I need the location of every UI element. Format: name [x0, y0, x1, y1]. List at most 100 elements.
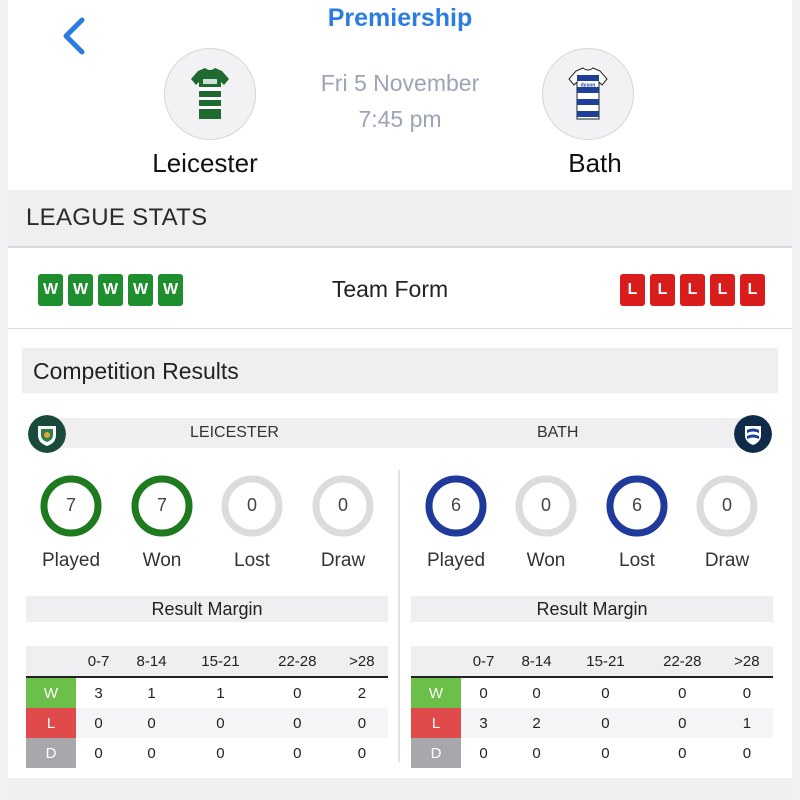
league-stats-header: LEAGUE STATS: [8, 190, 792, 248]
home-played-stat: 7 Played: [26, 474, 116, 572]
stat-value: 0: [540, 495, 551, 515]
away-form: L L L L L: [620, 274, 765, 306]
column-header: 15-21: [182, 646, 259, 678]
stat-label: Played: [426, 550, 486, 571]
away-result-margin-title: Result Margin: [411, 596, 773, 622]
match-time: 7:45 pm: [358, 106, 442, 132]
table-cell: 0: [335, 708, 388, 738]
stat-value: 0: [337, 495, 348, 515]
away-played-stat: 6 Played: [411, 474, 501, 572]
row-label-lost: L: [411, 708, 461, 738]
stat-label: Draw: [320, 550, 366, 571]
leicester-jersey-icon[interactable]: [164, 48, 256, 140]
bottom-strip: [8, 778, 792, 800]
team-divider: [398, 470, 400, 762]
table-cell: 0: [742, 684, 752, 702]
row-label-draw: D: [26, 738, 76, 768]
row-label-lost: L: [26, 708, 76, 738]
table-cell: 0: [678, 684, 687, 702]
bath-jersey-icon[interactable]: dyson: [542, 48, 634, 140]
table-cell: 0: [532, 684, 541, 702]
table-cell: 0: [643, 708, 721, 738]
table-cell: 0: [678, 744, 687, 762]
table-cell: 0: [293, 744, 302, 762]
table-cell: 0: [121, 708, 183, 738]
stat-label: Lost: [234, 550, 270, 571]
stat-label: Won: [526, 550, 566, 571]
team-form-row: W W W W W Team Form L L L L L: [8, 250, 792, 329]
column-header: >28: [335, 646, 388, 678]
table-cell: 3: [461, 708, 507, 738]
table-row: L 0 0 0 0 0: [26, 708, 388, 738]
table-cell: 0: [567, 708, 644, 738]
table-cell: 3: [94, 684, 103, 702]
stat-value: 6: [450, 495, 461, 515]
league-stats-title: LEAGUE STATS: [26, 204, 208, 231]
competition-title: Premiership: [327, 4, 473, 32]
table-cell: 0: [601, 684, 610, 702]
table-cell: 0: [258, 708, 336, 738]
competition-results-title: Competition Results: [33, 358, 239, 384]
form-badge: L: [620, 274, 645, 306]
competition-results-header: Competition Results: [22, 348, 778, 393]
table-row: L 3 2 0 0 1: [411, 708, 773, 738]
home-team-name[interactable]: Leicester: [95, 148, 315, 179]
row-label-draw: D: [411, 738, 461, 768]
table-cell: 0: [479, 684, 488, 702]
row-label-won: W: [411, 677, 461, 708]
table-cell: 2: [506, 708, 568, 738]
form-badge: L: [680, 274, 705, 306]
form-badge: W: [38, 274, 63, 306]
stat-value: 7: [65, 495, 76, 515]
column-header: 8-14: [121, 646, 183, 678]
form-badge: W: [158, 274, 183, 306]
team-name-bar: LEICESTER BATH: [40, 418, 760, 448]
table-row: D 0 0 0 0 0: [26, 738, 388, 768]
bath-crest-icon: [734, 415, 772, 453]
column-header: 15-21: [567, 646, 644, 678]
table-row: W 3 1 1 0 2: [26, 677, 388, 708]
table-cell: 0: [76, 708, 122, 738]
home-won-stat: 7 Won: [117, 474, 207, 572]
table-cell: 0: [94, 744, 103, 762]
stat-label: Draw: [704, 550, 750, 571]
table-cell: 1: [147, 684, 156, 702]
table-row: D 0 0 0 0 0: [411, 738, 773, 768]
column-header: 8-14: [506, 646, 568, 678]
away-result-margin-table: 0-7 8-14 15-21 22-28 >28 W 0 0 0 0 0 L 3…: [411, 646, 773, 768]
home-result-margin-table: 0-7 8-14 15-21 22-28 >28 W 3 1 1 0 2 L 0…: [26, 646, 388, 768]
table-header-row: 0-7 8-14 15-21 22-28 >28: [411, 646, 773, 678]
table-cell: 0: [293, 684, 302, 702]
column-header: 0-7: [76, 646, 122, 678]
away-team-name[interactable]: Bath: [485, 148, 705, 179]
table-cell: 2: [357, 684, 367, 702]
stat-value: 6: [631, 495, 642, 515]
table-cell: 0: [357, 744, 367, 762]
match-date: Fri 5 November: [320, 70, 480, 96]
table-cell: 0: [479, 744, 488, 762]
stat-value: 0: [721, 495, 732, 515]
away-lost-stat: 6 Lost: [592, 474, 682, 572]
table-cell: 0: [742, 744, 752, 762]
table-cell: 0: [182, 708, 259, 738]
table-cell: 1: [216, 684, 225, 702]
away-team-label: BATH: [537, 424, 579, 441]
home-lost-stat: 0 Lost: [207, 474, 297, 572]
form-badge: W: [128, 274, 153, 306]
form-badge: L: [740, 274, 765, 306]
stat-label: Played: [41, 550, 101, 571]
form-badge: W: [98, 274, 123, 306]
form-badge: L: [710, 274, 735, 306]
form-badge: W: [68, 274, 93, 306]
table-cell: 0: [216, 744, 225, 762]
home-draw-stat: 0 Draw: [298, 474, 388, 572]
away-draw-stat: 0 Draw: [682, 474, 772, 572]
bath-sponsor-text: dyson: [581, 83, 596, 89]
home-team-label: LEICESTER: [190, 424, 279, 441]
table-cell: 0: [147, 744, 156, 762]
stat-value: 0: [246, 495, 257, 515]
team-form-label: Team Form: [331, 276, 449, 302]
stat-label: Won: [142, 550, 182, 571]
column-header: 0-7: [461, 646, 507, 678]
column-header: >28: [720, 646, 773, 678]
